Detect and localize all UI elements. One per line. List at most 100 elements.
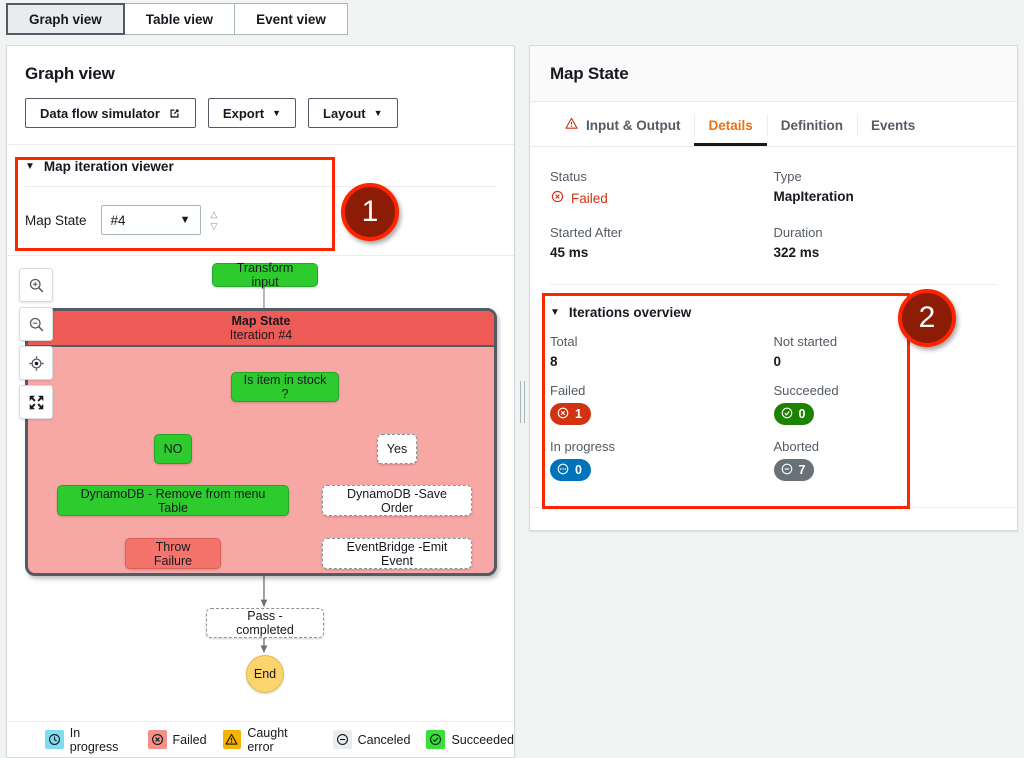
total-label: Total [550, 334, 774, 349]
layout-button[interactable]: Layout ▼ [308, 98, 398, 128]
status-field: Status Failed [550, 169, 774, 207]
map-state-group-title: Map State [231, 314, 290, 328]
graph-node-dynamodb-remove[interactable]: DynamoDB - Remove from menu Table [57, 485, 289, 516]
stepper-up-icon[interactable]: △ [211, 210, 218, 219]
graph-node-dynamodb-save-order[interactable]: DynamoDB -Save Order [322, 485, 472, 516]
legend-label-in-progress: In progress [70, 726, 132, 754]
tab-input-output-label: Input & Output [586, 118, 680, 133]
graph-canvas[interactable]: Transform input Map State Iteration #4 I… [7, 256, 514, 721]
details-key-values: Status Failed Type MapIteration Started … [530, 147, 1017, 284]
in-progress-count-value: 0 [575, 463, 582, 477]
succeeded-count-value: 0 [799, 407, 806, 421]
graph-node-yes[interactable]: Yes [377, 434, 417, 464]
duration-field: Duration 322 ms [774, 225, 998, 260]
graph-node-end[interactable]: End [246, 655, 284, 693]
layout-label: Layout [323, 106, 366, 121]
circle-x-icon [556, 406, 570, 423]
tab-table-view[interactable]: Table view [125, 3, 235, 35]
graph-node-transform-input[interactable]: Transform input [212, 263, 318, 287]
tab-event-view[interactable]: Event view [235, 3, 348, 35]
data-flow-simulator-button[interactable]: Data flow simulator [25, 98, 196, 128]
legend-item-caught-error: Caught error [223, 726, 317, 754]
page-title: Graph view [25, 64, 496, 84]
zoom-in-icon [28, 277, 45, 294]
zoom-in-button[interactable] [19, 268, 53, 302]
details-panel: Map State Input & Output Details Definit… [529, 45, 1018, 758]
graph-node-pass-completed[interactable]: Pass - completed [206, 608, 324, 638]
caret-down-icon: ▼ [180, 215, 191, 226]
details-tab-bar: Input & Output Details Definition Events [530, 102, 1017, 147]
details-header: Map State [530, 46, 1017, 102]
tab-events[interactable]: Events [857, 102, 929, 146]
legend-item-succeeded: Succeeded [426, 730, 514, 749]
graph-status-legend: In progress Failed Caught error Canceled [7, 721, 514, 757]
status-badge: Failed [550, 189, 774, 207]
annotation-badge-1: 1 [341, 183, 399, 241]
graph-node-no[interactable]: NO [154, 434, 192, 464]
legend-item-failed: Failed [148, 730, 207, 749]
legend-label-canceled: Canceled [358, 733, 411, 747]
circle-check-icon [780, 406, 794, 423]
warning-triangle-icon [223, 730, 242, 749]
in-progress-label: In progress [550, 439, 774, 454]
external-link-icon [168, 107, 181, 120]
export-button[interactable]: Export ▼ [208, 98, 296, 128]
warning-triangle-icon [564, 116, 579, 134]
graph-node-throw-failure[interactable]: Throw Failure [125, 538, 221, 569]
succeeded-field: Succeeded 0 [774, 383, 998, 425]
circle-check-icon [426, 730, 445, 749]
failed-label: Failed [550, 383, 774, 398]
zoom-controls [19, 268, 53, 419]
status-value: Failed [571, 191, 608, 206]
fit-screen-button[interactable] [19, 385, 53, 419]
succeeded-count-badge: 0 [774, 403, 815, 425]
tab-definition[interactable]: Definition [767, 102, 857, 146]
data-flow-simulator-label: Data flow simulator [40, 106, 160, 121]
tab-details[interactable]: Details [694, 102, 766, 146]
failed-count-badge: 1 [550, 403, 591, 425]
not-started-label: Not started [774, 334, 998, 349]
stepper-down-icon[interactable]: ▽ [211, 222, 218, 231]
graph-node-is-item-in-stock[interactable]: Is item in stock ? [231, 372, 339, 402]
map-iteration-viewer: ▼ Map iteration viewer Map State #4 ▼ △ … [7, 145, 514, 255]
zoom-out-button[interactable] [19, 307, 53, 341]
caret-down-icon: ▼ [374, 109, 383, 118]
map-state-label: Map State [25, 213, 87, 228]
tab-graph-view[interactable]: Graph view [6, 3, 125, 35]
aborted-count-badge: 7 [774, 459, 815, 481]
panel-resize-handle[interactable] [515, 45, 529, 758]
map-iteration-viewer-title: Map iteration viewer [44, 159, 174, 174]
legend-label-failed: Failed [173, 733, 207, 747]
clock-icon [45, 730, 64, 749]
graph-view-panel: Graph view Data flow simulator Export ▼ … [6, 45, 515, 758]
circle-minus-icon [780, 462, 794, 479]
fit-screen-icon [28, 394, 45, 411]
section-divider [25, 186, 496, 187]
iteration-stepper[interactable]: △ ▽ [211, 210, 218, 231]
center-graph-button[interactable] [19, 346, 53, 380]
duration-value: 322 ms [774, 245, 998, 260]
map-state-group-iteration: Iteration #4 [230, 328, 293, 342]
tab-input-output[interactable]: Input & Output [550, 102, 694, 146]
graph-group-map-state[interactable]: Map State Iteration #4 [25, 308, 497, 576]
type-label: Type [774, 169, 998, 184]
iterations-overview-title: Iterations overview [569, 305, 691, 320]
started-after-label: Started After [550, 225, 774, 240]
view-tab-bar: Graph view Table view Event view [0, 0, 1024, 45]
caret-down-icon: ▼ [272, 109, 281, 118]
triangle-down-icon: ▼ [550, 307, 560, 318]
triangle-down-icon: ▼ [25, 161, 35, 172]
details-card: Map State Input & Output Details Definit… [529, 45, 1018, 531]
map-state-select[interactable]: #4 ▼ [101, 205, 201, 235]
status-label: Status [550, 169, 774, 184]
iterations-overview-section: ▼ Iterations overview Total 8 Not starte… [530, 285, 1017, 507]
not-started-field: Not started 0 [774, 334, 998, 369]
failed-count-value: 1 [575, 407, 582, 421]
iterations-overview-grid: Total 8 Not started 0 Failed 1 [550, 334, 997, 481]
details-footer-spacer [530, 508, 1017, 530]
aborted-count-value: 7 [799, 463, 806, 477]
map-iteration-viewer-toggle[interactable]: ▼ Map iteration viewer [25, 159, 496, 174]
graph-node-eventbridge-emit-event[interactable]: EventBridge -Emit Event [322, 538, 472, 569]
map-state-selector-row: Map State #4 ▼ △ ▽ [25, 205, 496, 235]
progress-dots-icon [556, 462, 570, 479]
